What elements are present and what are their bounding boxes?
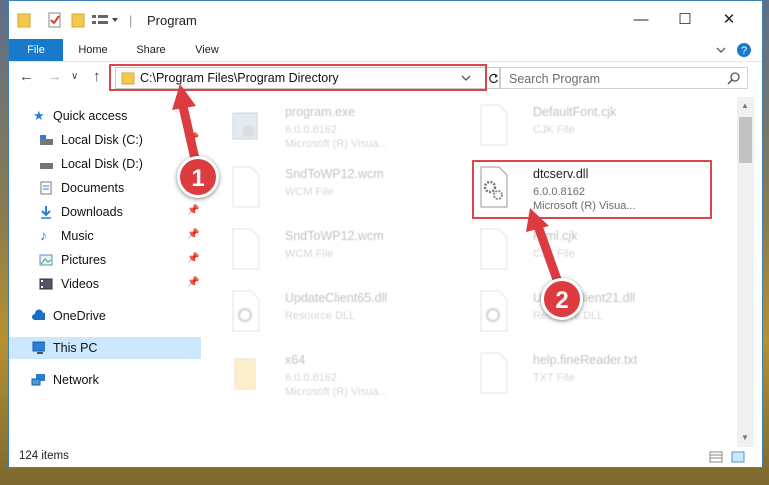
annotation-arrows (172, 84, 565, 293)
step-badge-2: 2 (541, 278, 583, 320)
step-badge-1: 1 (177, 156, 219, 198)
arrow-1-head (172, 84, 196, 110)
arrow-2-head (526, 208, 549, 232)
